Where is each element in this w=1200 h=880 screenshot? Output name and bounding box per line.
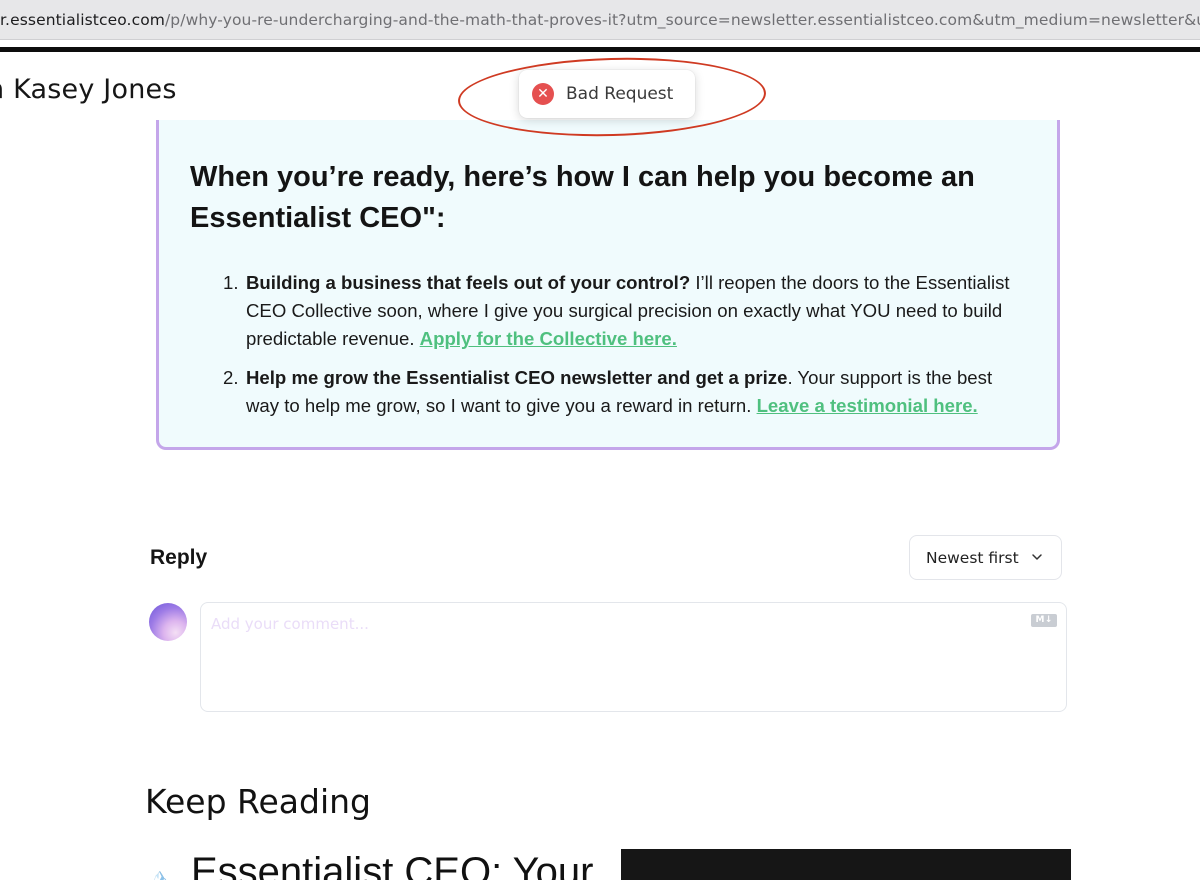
mountain-icon: 🏔️ xyxy=(146,866,174,880)
error-toast[interactable]: ✕ Bad Request xyxy=(519,70,695,118)
list-number: 1. xyxy=(223,272,239,293)
browser-url-bar[interactable]: r.essentialistceo.com/p/why-you-re-under… xyxy=(0,0,1200,40)
comment-input[interactable] xyxy=(211,615,1011,701)
markdown-icon: M↓ xyxy=(1031,614,1057,627)
keep-reading-heading: Keep Reading xyxy=(145,782,371,821)
cta-item-bold: Building a business that feels out of yo… xyxy=(246,272,691,293)
error-x-icon: ✕ xyxy=(532,83,554,105)
chevron-down-icon xyxy=(1032,554,1042,560)
reply-heading: Reply xyxy=(150,546,208,569)
cta-box: When you’re ready, here’s how I can help… xyxy=(156,120,1060,450)
cta-item-collective: 1. Building a business that feels out of… xyxy=(219,269,1019,353)
url-host: r.essentialistceo.com xyxy=(0,11,165,29)
cta-list: 1. Building a business that feels out of… xyxy=(219,269,1019,431)
list-number: 2. xyxy=(223,367,239,388)
article-title-link[interactable]: Essentialist CEO: Your xyxy=(191,850,593,880)
article-thumbnail[interactable] xyxy=(621,849,1071,880)
author-name: n Kasey Jones xyxy=(0,74,177,105)
comment-box[interactable]: M↓ xyxy=(200,602,1067,712)
cta-item-bold: Help me grow the Essentialist CEO newsle… xyxy=(246,367,788,388)
sort-order-select[interactable]: Newest first xyxy=(909,535,1062,580)
url-path: /p/why-you-re-undercharging-and-the-math… xyxy=(164,11,1200,29)
apply-collective-link[interactable]: Apply for the Collective here. xyxy=(420,328,677,349)
sort-selected-value: Newest first xyxy=(926,549,1019,567)
cta-heading: When you’re ready, here’s how I can help… xyxy=(190,161,975,234)
header-divider xyxy=(0,47,1200,52)
url-text[interactable]: r.essentialistceo.com/p/why-you-re-under… xyxy=(0,11,1200,29)
user-avatar xyxy=(149,603,187,641)
leave-testimonial-link[interactable]: Leave a testimonial here. xyxy=(757,395,978,416)
page: r.essentialistceo.com/p/why-you-re-under… xyxy=(0,0,1200,880)
cta-item-testimonial: 2. Help me grow the Essentialist CEO new… xyxy=(219,364,1019,420)
toast-message: Bad Request xyxy=(566,84,674,104)
